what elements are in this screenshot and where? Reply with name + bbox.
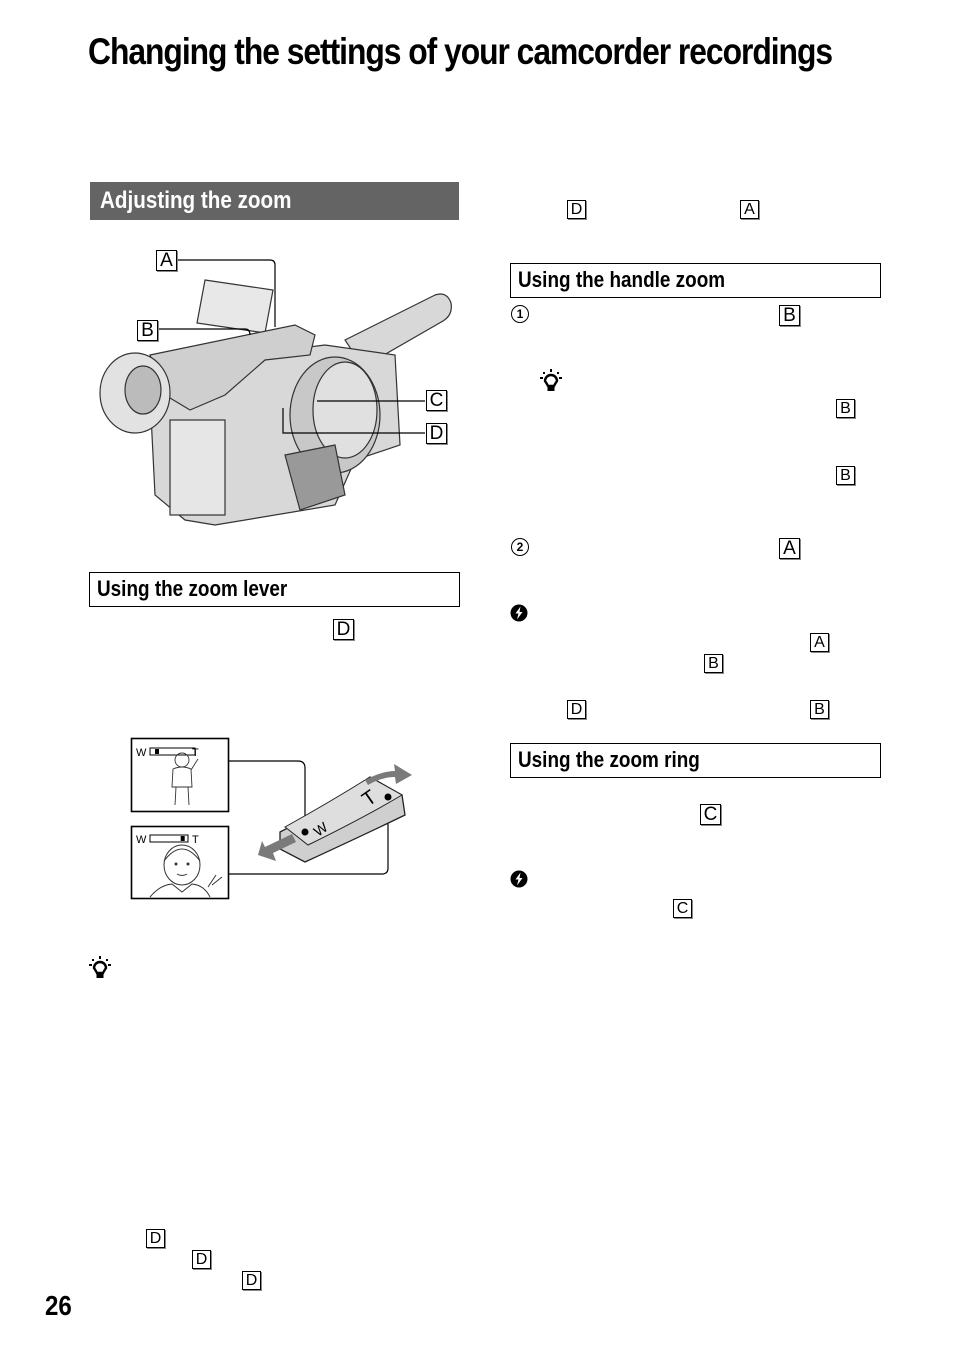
caution-note-icon bbox=[510, 604, 528, 622]
page-number: 26 bbox=[45, 1290, 72, 1321]
tip-lightbulb-icon bbox=[89, 955, 111, 979]
tele-w-label: W bbox=[136, 834, 147, 846]
section-heading-adjusting-zoom: Adjusting the zoom bbox=[90, 182, 459, 220]
wide-t-label: T bbox=[192, 747, 199, 759]
ref-label-a: A bbox=[810, 633, 829, 652]
zoom-lever-illustration: W T W T T W bbox=[130, 737, 420, 902]
wide-w-label: W bbox=[136, 747, 147, 759]
callout-label-c: C bbox=[426, 390, 447, 411]
step-number-2: 2 bbox=[511, 538, 529, 556]
ref-label-d: D bbox=[333, 619, 354, 640]
ref-label-c: C bbox=[673, 899, 692, 918]
step-number-1: 1 bbox=[511, 305, 529, 323]
ref-label-a: A bbox=[740, 200, 759, 219]
side-panel-shape bbox=[169, 419, 226, 516]
caution-note-icon bbox=[510, 870, 528, 888]
callout-label-d: D bbox=[426, 423, 447, 444]
callout-label-b: B bbox=[137, 320, 158, 341]
ref-label-b: B bbox=[836, 466, 855, 485]
section-heading-zoom-ring: Using the zoom ring bbox=[510, 743, 881, 778]
ref-label-d: D bbox=[242, 1271, 261, 1290]
wide-connector-line bbox=[229, 760, 306, 832]
zoom-lever-drawing: W T W T T W bbox=[130, 737, 412, 900]
section-heading-handle-zoom: Using the handle zoom bbox=[510, 263, 881, 298]
tip-lightbulb-icon bbox=[540, 368, 562, 392]
wide-zoom-indicator bbox=[155, 749, 159, 754]
t-press-point bbox=[384, 793, 392, 801]
page-title: Changing the settings of your camcorder … bbox=[88, 31, 833, 72]
camcorder-drawing bbox=[99, 259, 452, 526]
section-heading-zoom-lever: Using the zoom lever bbox=[89, 572, 460, 607]
ref-label-b: B bbox=[836, 399, 855, 418]
tele-t-label: T bbox=[192, 834, 199, 846]
ref-label-b: B bbox=[810, 700, 829, 719]
callout-label-a: A bbox=[156, 250, 177, 271]
ref-label-d: D bbox=[567, 700, 586, 719]
ref-label-d: D bbox=[567, 200, 586, 219]
lcd-screen-shape bbox=[196, 279, 274, 334]
ref-label-a: A bbox=[779, 538, 800, 559]
ref-label-d: D bbox=[146, 1229, 165, 1248]
callout-b-line bbox=[157, 328, 251, 336]
ref-label-c: C bbox=[700, 804, 721, 825]
ref-label-b: B bbox=[704, 654, 723, 673]
w-press-point bbox=[301, 828, 309, 836]
tele-zoom-indicator bbox=[180, 836, 185, 841]
ref-label-b: B bbox=[779, 305, 800, 326]
camcorder-illustration: A B C D bbox=[95, 245, 460, 530]
ref-label-d: D bbox=[192, 1250, 211, 1269]
tele-arrow-icon bbox=[365, 764, 412, 785]
